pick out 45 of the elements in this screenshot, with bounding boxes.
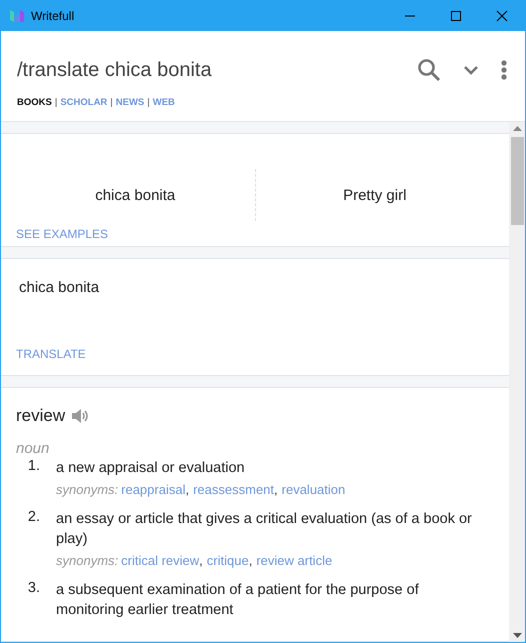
headword: review — [16, 406, 66, 426]
phrase-text: chica bonita — [19, 279, 100, 296]
query-text: /translate chica bonita — [17, 58, 212, 82]
app-logo-icon — [9, 8, 25, 24]
maximize-icon — [450, 10, 462, 22]
window-title: Writefull — [31, 9, 74, 23]
sense-number: 3. — [26, 580, 41, 598]
sense-number: 1. — [26, 458, 41, 476]
comma: , — [248, 553, 252, 568]
close-icon — [496, 10, 508, 22]
definition-text: a subsequent examination of a patient for the purpose of monitoring earlier treatment — [56, 581, 420, 620]
source-phrase: chica bonita — [94, 186, 176, 204]
synonym-link[interactable]: reassessment — [193, 482, 274, 497]
synonym-link[interactable]: review article — [256, 553, 332, 568]
scroll-thumb[interactable] — [510, 137, 524, 225]
scroll-down-icon[interactable] — [512, 633, 522, 638]
part-of-speech: noun — [16, 440, 50, 457]
separator: | — [110, 97, 113, 108]
scrollbar[interactable] — [509, 122, 525, 642]
more-options-icon[interactable] — [501, 60, 507, 80]
comma: , — [185, 482, 190, 497]
source-tab[interactable]: SCHOLAR — [60, 97, 108, 108]
search-icon[interactable] — [417, 58, 441, 82]
separator: | — [147, 97, 150, 108]
speaker-icon[interactable] — [71, 408, 90, 424]
translate-link[interactable]: TRANSLATE — [16, 347, 86, 361]
separator: | — [54, 97, 58, 108]
definition-text: an essay or article that gives a critical evaluation (as of a book or play) — [56, 510, 473, 549]
source-tab[interactable]: NEWS — [116, 97, 144, 108]
synonym-link[interactable]: revaluation — [282, 482, 346, 497]
see-examples-link[interactable]: SEE EXAMPLES — [16, 227, 108, 241]
synonym-link[interactable]: critique — [206, 553, 249, 568]
translated-phrase: Pretty girl — [342, 186, 408, 204]
comma: , — [199, 553, 203, 568]
synonyms-label: synonyms: — [56, 553, 118, 568]
scroll-up-icon[interactable] — [512, 126, 522, 131]
definition-text: a new appraisal or evaluation — [56, 459, 246, 478]
sense-number: 2. — [26, 509, 41, 527]
source-tab[interactable]: WEB — [152, 97, 175, 108]
comma: , — [274, 482, 278, 497]
synonym-link[interactable]: critical review — [121, 553, 200, 568]
synonym-link[interactable]: reappraisal — [121, 482, 186, 497]
source-tab[interactable]: BOOKS — [17, 97, 52, 108]
chevron-down-icon[interactable] — [463, 65, 479, 75]
synonyms-label: synonyms: — [56, 482, 118, 497]
